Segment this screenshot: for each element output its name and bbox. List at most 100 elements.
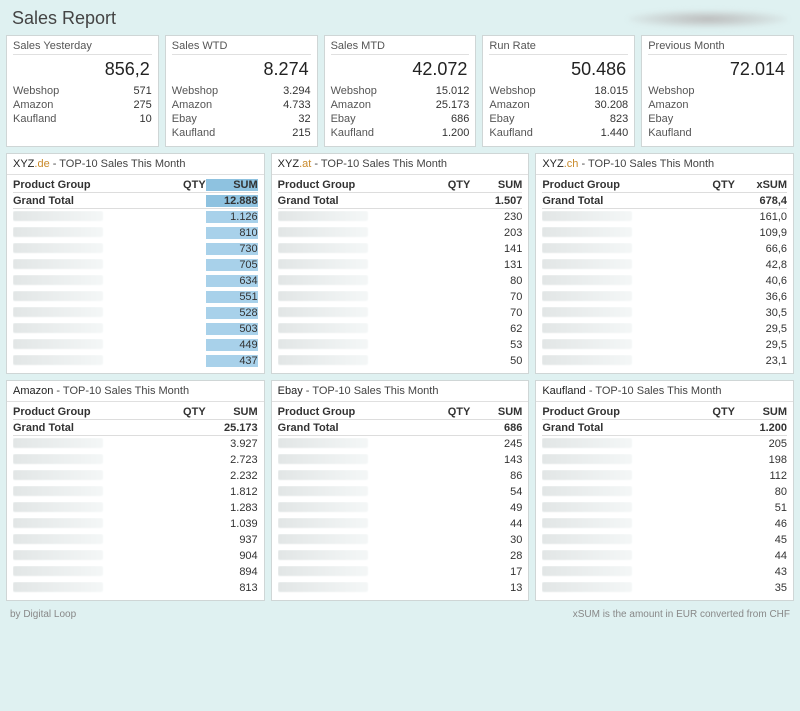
table-title-prefix: Ebay bbox=[278, 385, 303, 397]
product-group-blur bbox=[278, 502, 419, 515]
kpi-line-label: Webshop bbox=[13, 85, 59, 97]
product-group-blur bbox=[542, 438, 683, 451]
col-qty: QTY bbox=[154, 179, 206, 191]
table-body: Product Group QTY xSUM Grand Total 678,4… bbox=[536, 175, 793, 373]
header-branding-blur bbox=[628, 10, 788, 28]
table-row: 17 bbox=[278, 564, 523, 580]
col-sum: SUM bbox=[470, 179, 522, 191]
table-row: 70 bbox=[278, 305, 523, 321]
table-header: Product Group QTY SUM bbox=[13, 177, 258, 193]
table-row: 40,6 bbox=[542, 273, 787, 289]
top10-table: Kaufland - TOP-10 Sales This Month Produ… bbox=[535, 380, 794, 601]
sum-cell: 904 bbox=[206, 550, 258, 562]
kpi-line-value: 15.012 bbox=[436, 85, 470, 97]
table-row: 2.723 bbox=[13, 452, 258, 468]
product-group-blur bbox=[278, 582, 419, 595]
kpi-line-value: 1.440 bbox=[601, 127, 629, 139]
product-group-blur bbox=[278, 227, 419, 240]
product-group-blur bbox=[13, 243, 154, 256]
kpi-line-label: Ebay bbox=[489, 113, 514, 125]
table-header: Product Group QTY SUM bbox=[542, 404, 787, 420]
grand-total-label: Grand Total bbox=[278, 195, 419, 207]
sum-cell: 30,5 bbox=[735, 307, 787, 319]
table-title-prefix: Amazon bbox=[13, 385, 53, 397]
col-sum: SUM bbox=[206, 179, 258, 191]
sum-cell: 43 bbox=[735, 566, 787, 578]
sum-cell: 46 bbox=[735, 518, 787, 530]
sum-cell: 49 bbox=[470, 502, 522, 514]
table-body: Product Group QTY SUM Grand Total 1.507 … bbox=[272, 175, 529, 373]
product-group-blur bbox=[542, 454, 683, 467]
table-row: 131 bbox=[278, 257, 523, 273]
table-row: 80 bbox=[542, 484, 787, 500]
sum-cell: 30 bbox=[470, 534, 522, 546]
grand-total-row: Grand Total 12.888 bbox=[13, 193, 258, 209]
table-row: 203 bbox=[278, 225, 523, 241]
top10-table: Ebay - TOP-10 Sales This Month Product G… bbox=[271, 380, 530, 601]
sum-cell: 44 bbox=[735, 550, 787, 562]
kpi-lines: Webshop 571 Amazon 275 Kaufland 10 bbox=[13, 84, 152, 126]
product-group-blur bbox=[278, 291, 419, 304]
product-group-blur bbox=[542, 486, 683, 499]
sum-cell: 143 bbox=[470, 454, 522, 466]
table-header: Product Group QTY SUM bbox=[278, 177, 523, 193]
table-header: Product Group QTY SUM bbox=[13, 404, 258, 420]
table-body: Product Group QTY SUM Grand Total 12.888… bbox=[7, 175, 264, 373]
kpi-line-label: Kaufland bbox=[648, 127, 691, 139]
col-sum: SUM bbox=[206, 406, 258, 418]
sum-cell: 80 bbox=[470, 275, 522, 287]
sum-cell: 230 bbox=[470, 211, 522, 223]
table-row: 937 bbox=[13, 532, 258, 548]
product-group-blur bbox=[542, 470, 683, 483]
top10-table: XYZ.at - TOP-10 Sales This Month Product… bbox=[271, 153, 530, 374]
kpi-line-label: Amazon bbox=[13, 99, 53, 111]
product-group-blur bbox=[542, 259, 683, 272]
sum-cell: 62 bbox=[470, 323, 522, 335]
table-row: 245 bbox=[278, 436, 523, 452]
product-group-blur bbox=[13, 470, 154, 483]
kpi-line-label: Amazon bbox=[648, 99, 688, 111]
kpi-title: Sales Yesterday bbox=[13, 40, 152, 55]
kpi-lines: Webshop 3.294 Amazon 4.733 Ebay 32 Kaufl… bbox=[172, 84, 311, 140]
product-group-blur bbox=[13, 211, 154, 224]
product-group-blur bbox=[13, 550, 154, 563]
grand-total-sum: 25.173 bbox=[206, 422, 258, 434]
col-sum: xSUM bbox=[735, 179, 787, 191]
kpi-line-value: 571 bbox=[133, 85, 151, 97]
sum-cell: 937 bbox=[206, 534, 258, 546]
kpi-line-label: Webshop bbox=[648, 85, 694, 97]
product-group-blur bbox=[278, 355, 419, 368]
kpi-value: 50.486 bbox=[489, 57, 628, 84]
grand-total-label: Grand Total bbox=[278, 422, 419, 434]
kpi-line-value: 823 bbox=[610, 113, 628, 125]
product-group-blur bbox=[278, 259, 419, 272]
kpi-value: 42.072 bbox=[331, 57, 470, 84]
kpi-line: Kaufland bbox=[648, 126, 787, 140]
table-title-prefix: XYZ bbox=[13, 158, 34, 170]
col-product-group: Product Group bbox=[278, 406, 419, 418]
sum-cell: 50 bbox=[470, 355, 522, 367]
product-group-blur bbox=[13, 227, 154, 240]
table-row: 30,5 bbox=[542, 305, 787, 321]
product-group-blur bbox=[542, 227, 683, 240]
footer: by Digital Loop xSUM is the amount in EU… bbox=[0, 607, 800, 622]
table-body: Product Group QTY SUM Grand Total 686 24… bbox=[272, 402, 529, 600]
table-row: 813 bbox=[13, 580, 258, 596]
product-group-blur bbox=[13, 486, 154, 499]
sum-cell: 449 bbox=[206, 339, 258, 351]
kpi-line-value: 1.200 bbox=[442, 127, 470, 139]
table-header: Product Group QTY SUM bbox=[278, 404, 523, 420]
table-row: 43 bbox=[542, 564, 787, 580]
product-group-blur bbox=[13, 355, 154, 368]
sum-cell: 29,5 bbox=[735, 323, 787, 335]
sum-cell: 503 bbox=[206, 323, 258, 335]
sum-cell: 70 bbox=[470, 307, 522, 319]
sum-cell: 70 bbox=[470, 291, 522, 303]
table-row: 109,9 bbox=[542, 225, 787, 241]
top10-table: Amazon - TOP-10 Sales This Month Product… bbox=[6, 380, 265, 601]
table-title: Ebay - TOP-10 Sales This Month bbox=[272, 381, 529, 402]
table-title: XYZ.at - TOP-10 Sales This Month bbox=[272, 154, 529, 175]
product-group-blur bbox=[13, 275, 154, 288]
product-group-blur bbox=[13, 502, 154, 515]
product-group-blur bbox=[542, 566, 683, 579]
